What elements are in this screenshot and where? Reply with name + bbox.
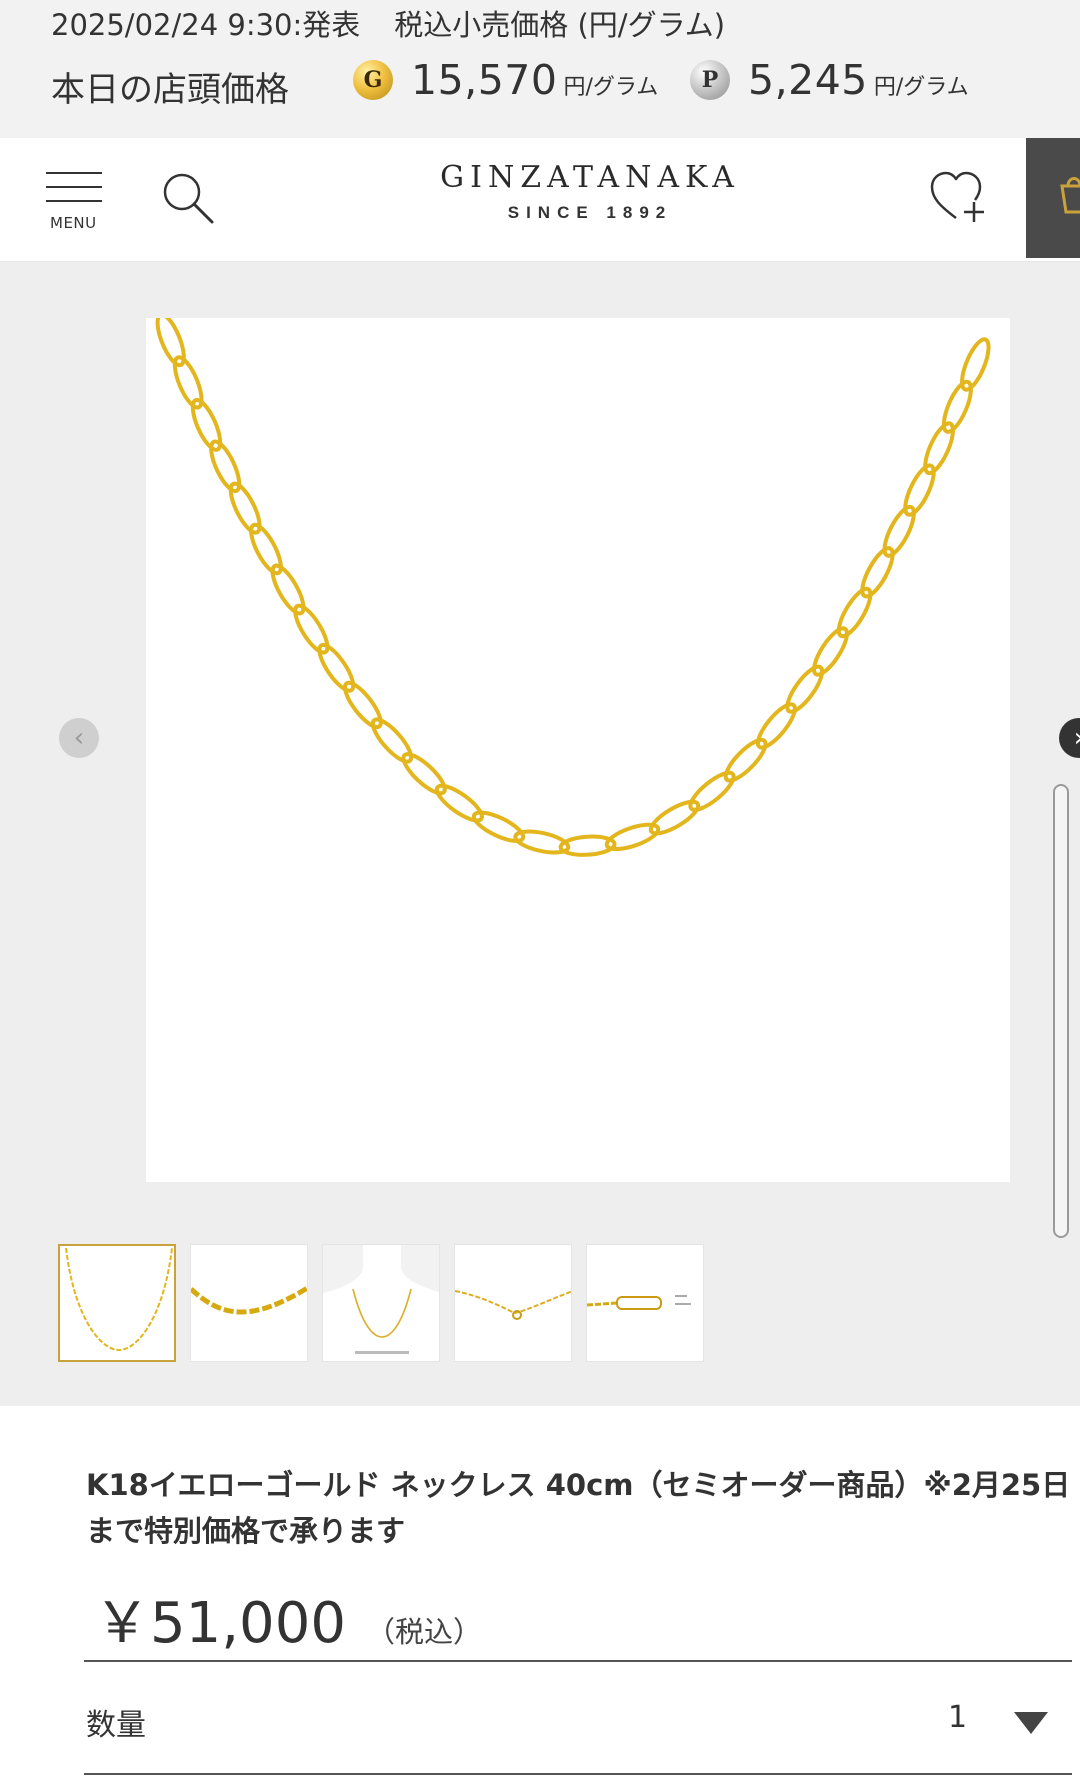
thumb-chain-closeup [191,1285,307,1315]
product-title: K18イエローゴールド ネックレス 40cm（セミオーダー商品）※2月25日まで… [86,1468,1071,1548]
main-product-image[interactable] [146,318,1010,1182]
product-gallery: ‹ › [0,262,1080,1406]
tax-note: （税込） [365,1615,482,1649]
chain-link [723,737,768,783]
gold-price-unit: 円/グラム [563,75,659,100]
logo-tagline: SINCE 1892 [507,203,673,222]
thumb-model-wearing [323,1245,439,1361]
platinum-price-unit: 円/グラム [873,75,969,100]
quantity-label: 数量 [86,1708,146,1743]
quantity-value: 1 [948,1700,968,1735]
price-header: 2025/02/24 9:30:発表 税込小売価格 (円/グラム) 本日の店頭価格… [0,0,1080,138]
chain-link [317,642,356,693]
chain-link [370,717,414,764]
chain-link [688,770,736,812]
chain-link [960,337,991,392]
gallery-next-button[interactable]: › [1059,718,1080,758]
thumb-plate-tag [587,1295,691,1310]
menu-label: MENU [50,214,97,232]
quantity-select[interactable]: 数量 1 [84,1660,1072,1775]
chain-link [293,603,330,655]
caret-down-icon [1014,1712,1048,1734]
chain-link [755,702,797,750]
thumbnail-4[interactable] [454,1244,572,1362]
platinum-coin-icon: P [690,60,730,100]
today-price-label: 本日の店頭価格 [51,70,289,110]
search-button[interactable] [160,170,218,228]
chain-link [648,799,701,836]
price-value: ￥51,000 [94,1591,346,1656]
chain-link [785,664,825,714]
logo-wordmark: GINZATANAKA [440,160,740,195]
nav-bar: MENU GINZATANAKA SINCE 1892 [0,138,1080,262]
announce-date: 2025/02/24 9:30:発表 [51,8,361,42]
thumb-clasp [455,1290,571,1320]
gold-price-value: 15,570 [411,56,558,104]
product-price: ￥51,000 （税込） [94,1578,482,1659]
thumbnail-2[interactable] [190,1244,308,1362]
thumbnail-3[interactable] [322,1244,440,1362]
necklace-image [155,318,991,857]
chain-link [401,752,447,796]
platinum-price: P 5,245 円/グラム [690,56,969,104]
thumb-necklace-front [65,1247,173,1352]
wishlist-button[interactable] [928,168,988,228]
platinum-price-value: 5,245 [748,56,868,104]
announce-note: 税込小売価格 (円/グラム) [394,8,726,42]
thumbnail-strip [58,1244,704,1362]
gallery-prev-button[interactable]: ‹ [59,718,99,758]
chain-link [812,626,849,677]
chain-link [343,680,383,730]
thumbnail-1[interactable] [58,1244,176,1362]
cart-button[interactable] [1026,138,1080,258]
wishlist-heart-icon [930,171,984,222]
chain-link [434,783,484,823]
scrollbar[interactable] [1053,784,1069,1238]
gold-price: G 15,570 円/グラム [353,56,658,104]
price-announcement: 2025/02/24 9:30:発表 税込小売価格 (円/グラム) [51,2,725,44]
search-icon [163,173,214,224]
chain-link [836,586,873,639]
cart-icon [1060,177,1080,214]
gold-coin-icon: G [353,60,393,100]
site-logo[interactable]: GINZATANAKA SINCE 1892 [380,160,800,223]
menu-button[interactable]: MENU [44,168,104,238]
thumbnail-5[interactable] [586,1244,704,1362]
